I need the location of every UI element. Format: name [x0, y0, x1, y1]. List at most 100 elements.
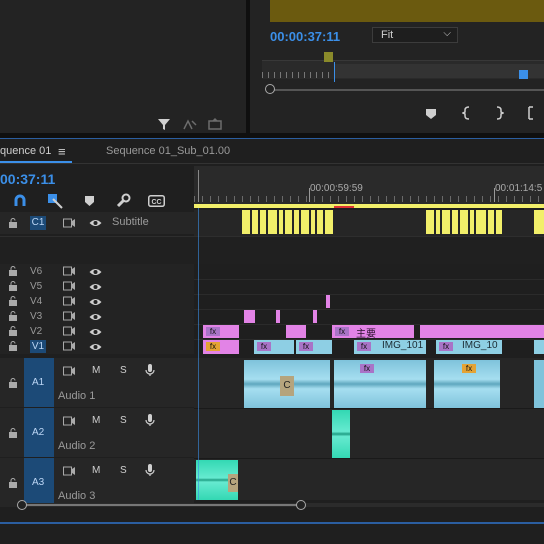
toggle-output-icon[interactable] — [63, 296, 75, 309]
zoom-select[interactable]: Fit ⌵ — [372, 27, 458, 43]
v4-clip[interactable] — [326, 295, 330, 308]
program-timecode[interactable]: 00:00:37:11 — [270, 29, 340, 44]
track-name[interactable]: V6 — [30, 265, 46, 278]
track-name[interactable]: V2 — [30, 325, 46, 338]
audio-track-header-a2[interactable]: A2 M S Audio 2 — [0, 408, 194, 457]
lock-icon[interactable] — [8, 378, 18, 388]
toggle-output-icon[interactable] — [63, 366, 75, 379]
timeline-hscroll-thumb[interactable] — [24, 504, 300, 506]
track-name[interactable]: V5 — [30, 280, 46, 293]
lock-icon[interactable] — [8, 296, 18, 306]
export-frame-icon[interactable] — [182, 117, 198, 131]
lock-icon[interactable] — [8, 478, 18, 488]
caption-track-name[interactable]: C1 — [30, 216, 46, 230]
caption-clip[interactable] — [476, 210, 486, 234]
caption-clip[interactable] — [294, 210, 299, 234]
v1-clip[interactable]: fx — [254, 340, 294, 354]
solo-button[interactable]: S — [120, 415, 127, 426]
v2-clip[interactable] — [286, 325, 306, 338]
video-track-header-v6[interactable]: V6 — [0, 264, 194, 279]
mark-in-icon[interactable] — [462, 106, 472, 120]
video-track-header-v1[interactable]: V1 — [0, 339, 194, 354]
solo-button[interactable]: S — [120, 465, 127, 476]
mute-button[interactable]: M — [92, 365, 100, 376]
program-scrollbar[interactable] — [268, 89, 544, 91]
lock-icon[interactable] — [8, 326, 18, 336]
microphone-icon[interactable] — [145, 413, 155, 430]
v3-clip[interactable] — [313, 310, 317, 323]
linked-selection-icon[interactable] — [47, 193, 63, 209]
playhead-line[interactable] — [198, 208, 199, 500]
mute-button[interactable]: M — [92, 415, 100, 426]
solo-button[interactable]: S — [120, 365, 127, 376]
caption-clip[interactable] — [460, 210, 468, 234]
playhead-marker[interactable] — [324, 52, 333, 62]
v2-clip[interactable] — [420, 325, 544, 338]
toggle-output-icon[interactable] — [63, 341, 75, 354]
wrench-icon[interactable] — [116, 193, 131, 208]
transition-c[interactable]: C — [280, 376, 294, 396]
v2-clip[interactable]: fx — [203, 325, 239, 338]
microphone-icon[interactable] — [145, 363, 155, 380]
caption-clip[interactable] — [325, 210, 333, 234]
caption-clip[interactable] — [268, 210, 277, 234]
filter-icon[interactable] — [156, 116, 172, 132]
lock-icon[interactable] — [8, 428, 18, 438]
caption-clip[interactable] — [279, 210, 283, 234]
caption-clip[interactable] — [488, 210, 494, 234]
lock-icon[interactable] — [8, 341, 18, 351]
v1-clip[interactable] — [534, 340, 544, 354]
lock-icon[interactable] — [8, 266, 18, 276]
toggle-output-icon[interactable] — [63, 281, 75, 294]
timeline-timecode[interactable]: 00:37:11 — [0, 171, 55, 187]
lift-icon[interactable] — [207, 117, 223, 131]
mark-out-icon[interactable] — [494, 106, 504, 120]
caption-clip[interactable] — [534, 210, 544, 234]
audio-track-header-a3[interactable]: A3 M S Audio 3 — [0, 458, 194, 507]
caption-clip[interactable] — [452, 210, 458, 234]
toggle-output-icon[interactable] — [63, 311, 75, 324]
add-marker-icon[interactable] — [84, 195, 95, 207]
snap-icon[interactable] — [13, 194, 27, 208]
out-marker[interactable] — [519, 70, 528, 79]
audio-lanes[interactable]: C fx fx C — [194, 358, 544, 500]
track-name[interactable]: V3 — [30, 310, 46, 323]
v1-clip[interactable]: fx — [203, 340, 239, 354]
caption-clip[interactable] — [285, 210, 292, 234]
caption-clip[interactable] — [496, 210, 502, 234]
a1-clip[interactable]: fx — [334, 360, 426, 408]
video-track-header-v5[interactable]: V5 — [0, 279, 194, 294]
microphone-icon[interactable] — [145, 463, 155, 480]
eye-icon[interactable] — [89, 342, 102, 355]
marker-icon[interactable] — [425, 108, 437, 120]
caption-clips[interactable] — [194, 210, 544, 236]
audio-track-header-a1[interactable]: A1 M S Audio 1 — [0, 358, 194, 407]
lock-icon[interactable] — [8, 311, 18, 321]
caption-clip[interactable] — [317, 210, 323, 234]
mute-button[interactable]: M — [92, 465, 100, 476]
v1-clip-img101[interactable]: fx IMG_101 — [354, 340, 426, 354]
caption-clip[interactable] — [252, 210, 258, 234]
v1-clip-img10[interactable]: fx IMG_10 — [436, 340, 502, 354]
lock-icon[interactable] — [8, 281, 18, 291]
caption-clip[interactable] — [470, 210, 474, 234]
video-track-header-v4[interactable]: V4 — [0, 294, 194, 309]
lock-icon[interactable] — [8, 218, 18, 228]
caption-clip[interactable] — [242, 210, 250, 234]
toggle-output-icon[interactable] — [63, 326, 75, 339]
caption-clip[interactable] — [260, 210, 266, 234]
caption-clip[interactable] — [442, 210, 450, 234]
toggle-output-icon[interactable] — [63, 218, 75, 231]
transition-c[interactable]: C — [228, 474, 238, 492]
video-track-header-v3[interactable]: V3 — [0, 309, 194, 324]
track-name[interactable]: V4 — [30, 295, 46, 308]
a3-clip[interactable]: C — [196, 460, 238, 500]
timeline-scroll-handle-left[interactable] — [17, 500, 27, 510]
toggle-output-icon[interactable] — [63, 416, 75, 429]
v3-clip[interactable] — [244, 310, 255, 323]
go-to-in-icon[interactable] — [526, 106, 536, 120]
caption-clip[interactable] — [301, 210, 309, 234]
track-name[interactable]: V1 — [30, 340, 46, 353]
eye-icon[interactable] — [89, 218, 102, 231]
caption-clip[interactable] — [426, 210, 434, 234]
